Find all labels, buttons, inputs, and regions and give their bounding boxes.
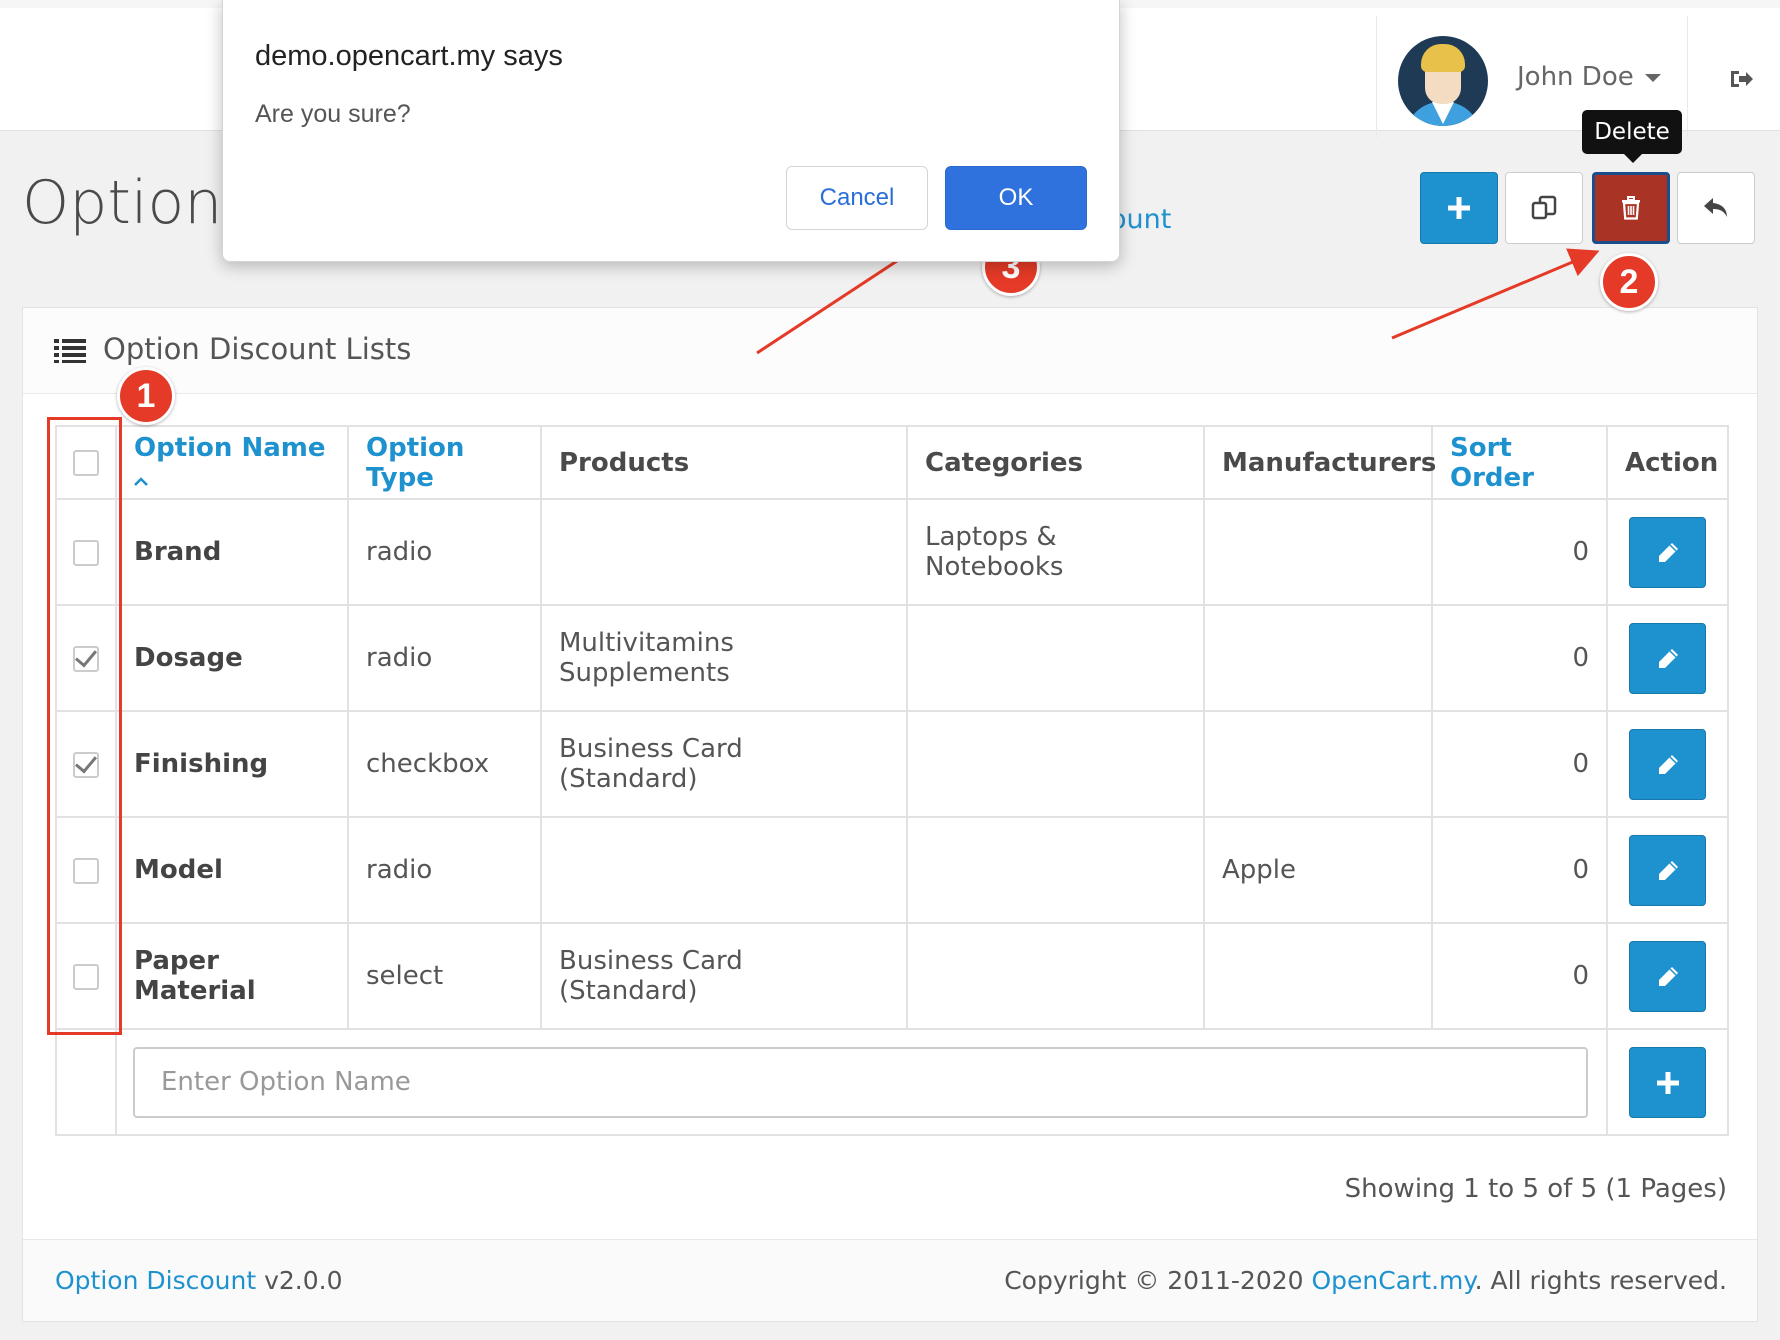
table-header-row: Option Name Option Type Products Categor…: [55, 425, 1729, 500]
cell-sort-order: 0: [1431, 922, 1608, 1030]
pencil-icon: [1659, 860, 1678, 880]
cell-products: [540, 498, 908, 606]
new-option-row: [55, 1028, 1729, 1136]
cell-categories: [906, 816, 1205, 924]
step-badge-2: 2: [1600, 253, 1658, 311]
dialog-message: Are you sure?: [255, 100, 411, 128]
edit-button[interactable]: [1629, 834, 1706, 906]
cell-categories: [906, 710, 1205, 818]
pencil-icon: [1659, 648, 1678, 668]
confirm-dialog: demo.opencart.my says Are you sure? Canc…: [222, 0, 1120, 262]
copy-icon: [1531, 195, 1557, 220]
opencart-link[interactable]: OpenCart.my: [1311, 1266, 1474, 1295]
panel-heading: Option Discount Lists: [23, 308, 1757, 394]
table-row: Brand radio Laptops & Notebooks 0: [55, 498, 1729, 606]
edit-button[interactable]: [1629, 940, 1706, 1012]
cell-categories: Laptops & Notebooks: [906, 498, 1205, 606]
col-option-type[interactable]: Option Type: [347, 425, 542, 500]
add-option-button[interactable]: [1629, 1046, 1706, 1118]
cell-option-name: Dosage: [115, 604, 349, 712]
option-discount-panel: Option Discount Lists Option Name Option…: [22, 307, 1758, 1322]
cell-categories: [906, 604, 1205, 712]
list-icon: [54, 339, 86, 363]
user-avatar: [1398, 36, 1488, 126]
footer-version: Option Discount v2.0.0: [55, 1266, 343, 1295]
chevron-down-icon[interactable]: [1645, 74, 1661, 82]
cell-sort-order: 0: [1431, 710, 1608, 818]
cell-option-name: Brand: [115, 498, 349, 606]
table-row: Dosage radio Multivitamins Supplements 0: [55, 604, 1729, 712]
cell-option-type: radio: [347, 604, 542, 712]
checkbox-column-highlight: [47, 417, 122, 1035]
reply-icon: [1704, 198, 1727, 217]
cell-option-type: radio: [347, 816, 542, 924]
cell-categories: [906, 922, 1205, 1030]
cell-products: [540, 816, 908, 924]
pagination-info: Showing 1 to 5 of 5 (1 Pages): [1344, 1174, 1727, 1204]
col-action: Action: [1606, 425, 1729, 500]
table-row: Finishing checkbox Business Card (Standard…: [55, 710, 1729, 818]
panel-footer: Option Discount v2.0.0 Copyright © 2011-…: [23, 1239, 1757, 1321]
trash-icon: [1622, 196, 1640, 220]
cell-option-name: Paper Material: [115, 922, 349, 1030]
cell-option-type: radio: [347, 498, 542, 606]
delete-tooltip: Delete: [1582, 110, 1682, 163]
cell-manufacturers: [1203, 498, 1433, 606]
col-categories: Categories: [906, 425, 1205, 500]
table-row: Model radio Apple 0: [55, 816, 1729, 924]
add-new-button[interactable]: [1420, 172, 1498, 244]
col-option-name[interactable]: Option Name: [115, 425, 349, 500]
cell-option-type: select: [347, 922, 542, 1030]
panel-title: Option Discount Lists: [103, 332, 412, 366]
cell-manufacturers: Apple: [1203, 816, 1433, 924]
dialog-cancel-button[interactable]: Cancel: [786, 166, 928, 230]
cell-manufacturers: [1203, 922, 1433, 1030]
cell-option-name: Model: [115, 816, 349, 924]
edit-button[interactable]: [1629, 516, 1706, 588]
copy-button[interactable]: [1505, 172, 1583, 244]
cell-products: Business Card (Standard): [540, 710, 908, 818]
cell-manufacturers: [1203, 710, 1433, 818]
edit-button[interactable]: [1629, 728, 1706, 800]
table-row: Paper Material select Business Card (Stand…: [55, 922, 1729, 1030]
pencil-icon: [1659, 966, 1678, 986]
col-manufacturers: Manufacturers: [1203, 425, 1436, 500]
cell-products: Business Card (Standard): [540, 922, 908, 1030]
user-name[interactable]: John Doe: [1517, 62, 1634, 92]
cell-sort-order: 0: [1431, 604, 1608, 712]
page-title: Option: [22, 168, 223, 238]
option-table: Option Name Option Type Products Categor…: [55, 425, 1729, 1136]
cell-manufacturers: [1203, 604, 1433, 712]
delete-button[interactable]: [1592, 172, 1670, 244]
cell-sort-order: 0: [1431, 816, 1608, 924]
cell-sort-order: 0: [1431, 498, 1608, 606]
plus-icon: [1657, 1071, 1679, 1094]
option-discount-link[interactable]: Option Discount: [55, 1266, 256, 1295]
col-sort-order[interactable]: Sort Order: [1431, 425, 1608, 500]
plus-icon: [1448, 197, 1470, 219]
pencil-icon: [1659, 754, 1678, 774]
footer-copyright: Copyright © 2011-2020 OpenCart.my. All r…: [1004, 1266, 1727, 1295]
pencil-icon: [1659, 542, 1678, 562]
logout-icon[interactable]: [1728, 66, 1754, 92]
col-products: Products: [540, 425, 908, 500]
edit-button[interactable]: [1629, 622, 1706, 694]
step-badge-1: 1: [117, 367, 175, 425]
dialog-ok-button[interactable]: OK: [945, 166, 1087, 230]
back-button[interactable]: [1677, 172, 1755, 244]
dialog-title: demo.opencart.my says: [255, 40, 563, 72]
cell-option-type: checkbox: [347, 710, 542, 818]
new-option-name-input[interactable]: [133, 1046, 1588, 1118]
sort-asc-icon: [134, 476, 148, 486]
cell-option-name: Finishing: [115, 710, 349, 818]
cell-products: Multivitamins Supplements: [540, 604, 908, 712]
